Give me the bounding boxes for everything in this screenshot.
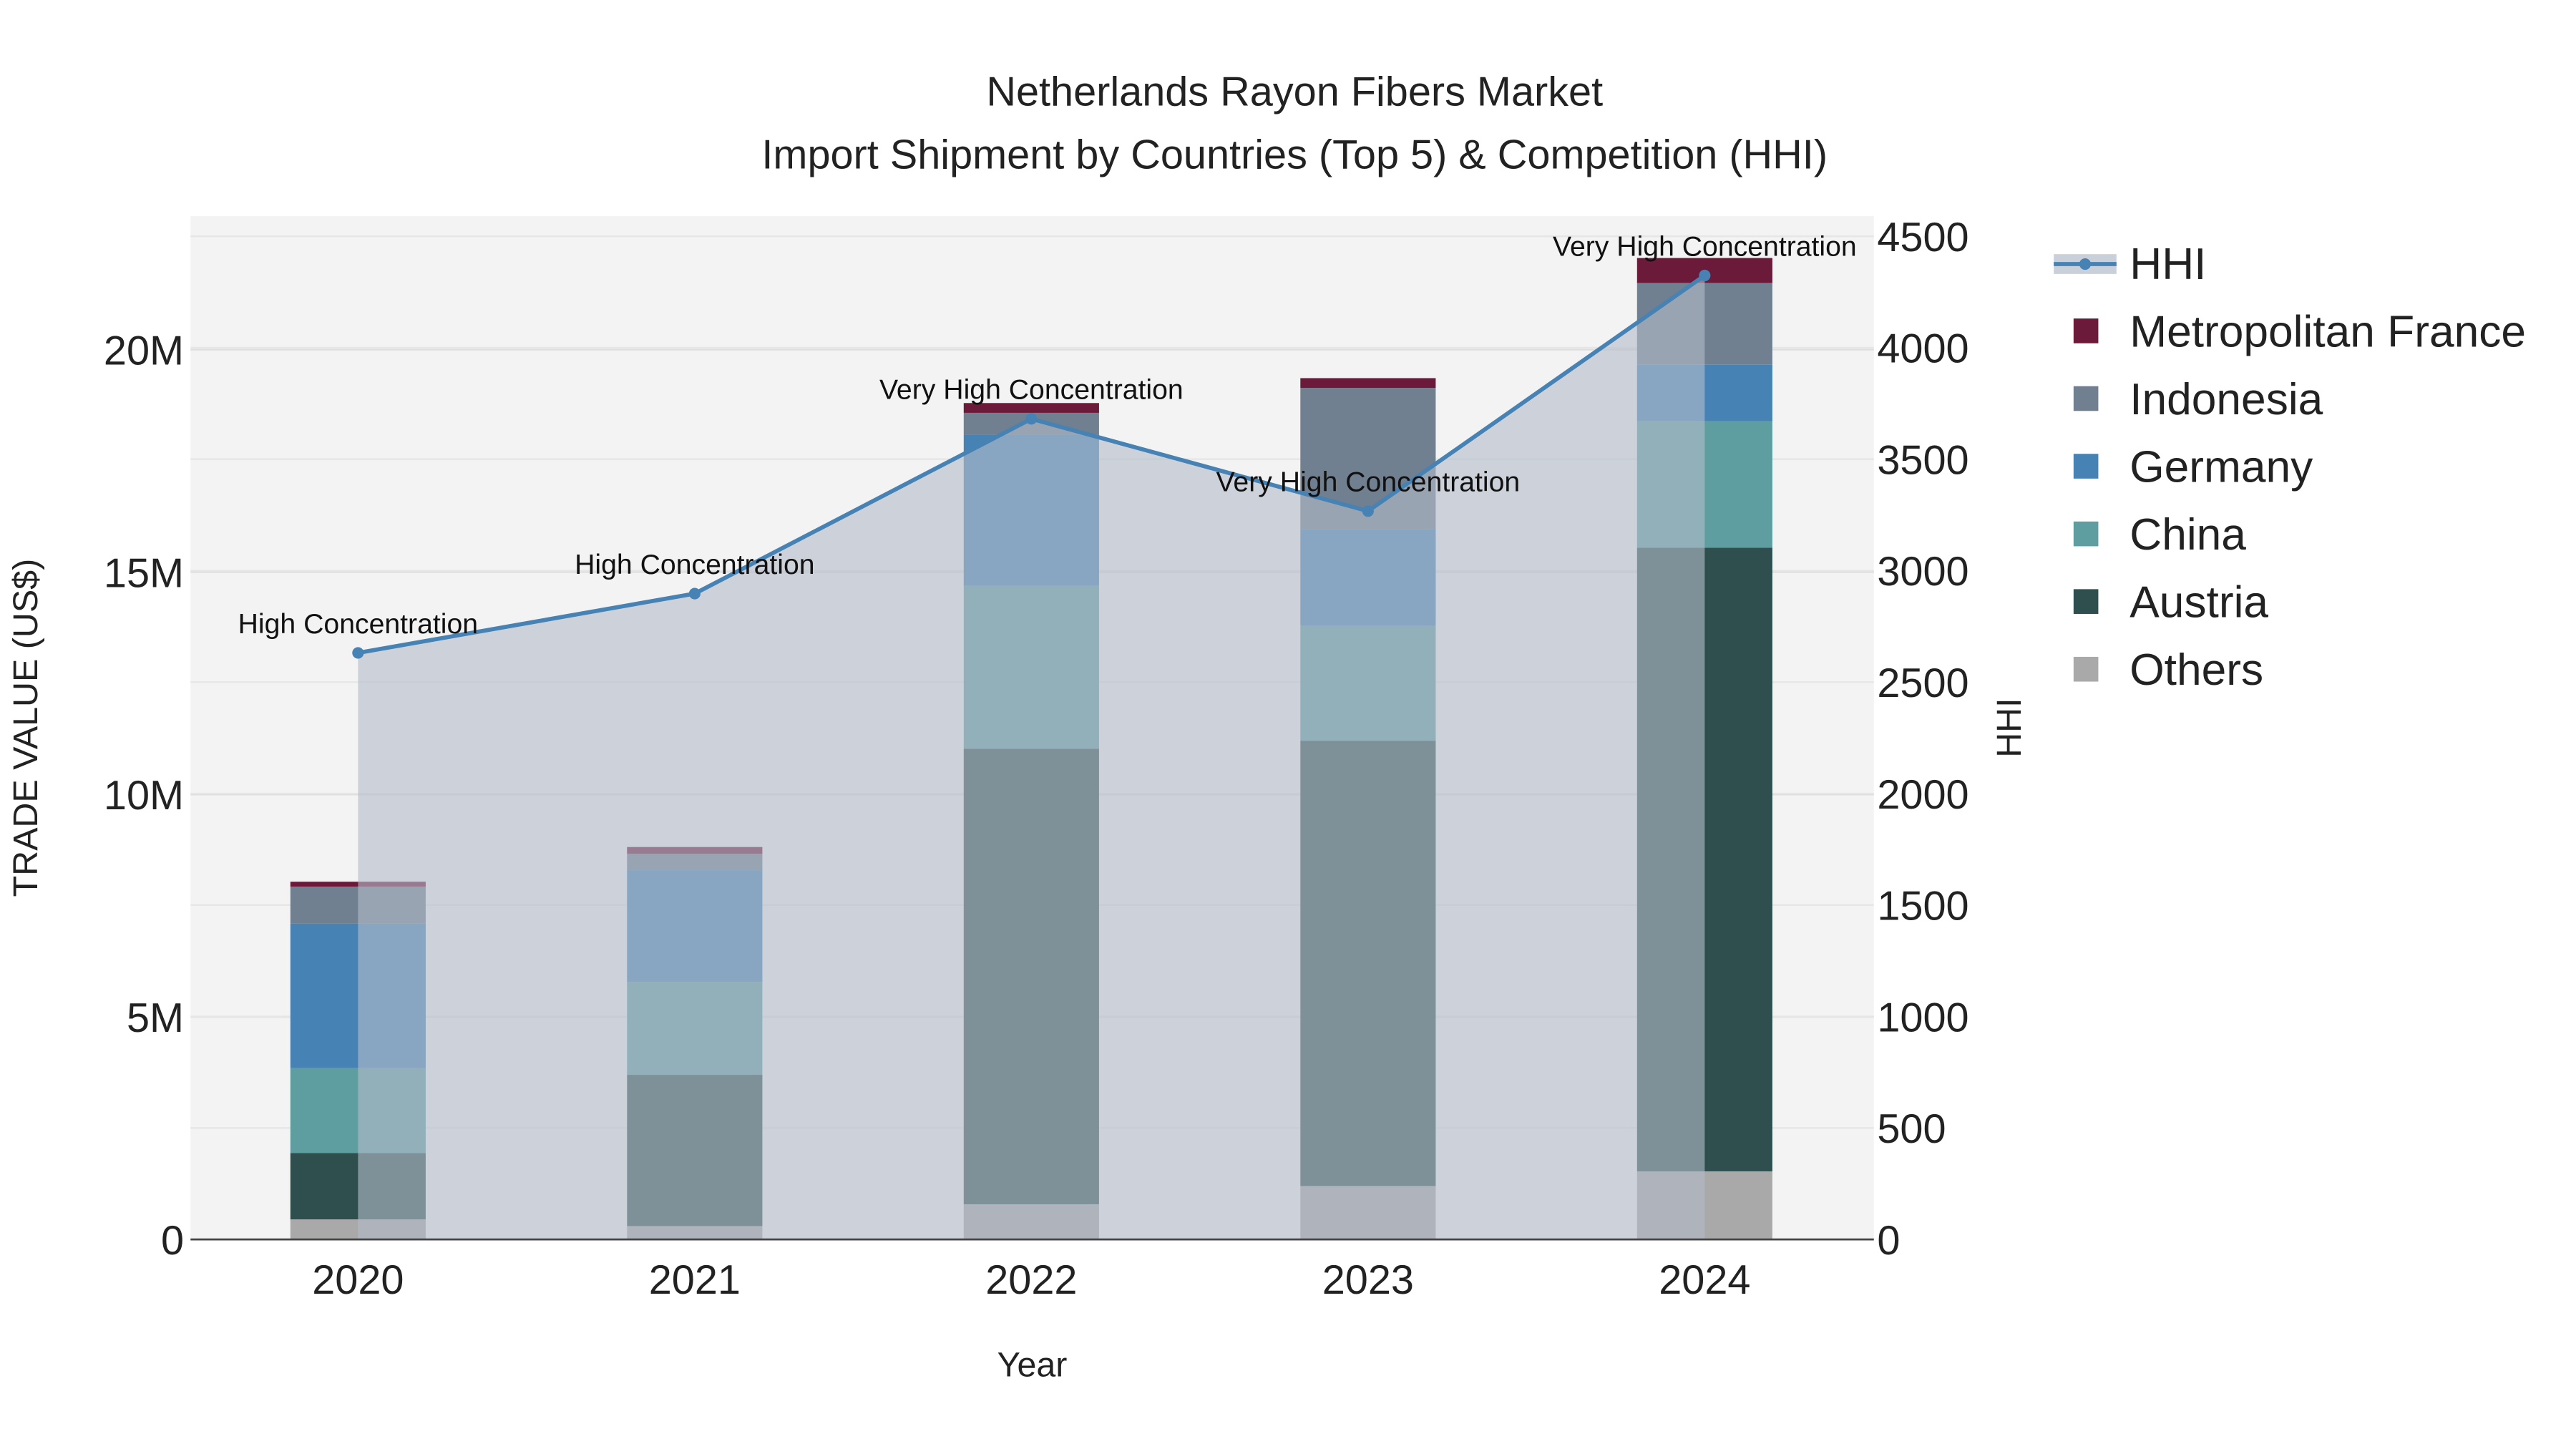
y2-tick-label: 500	[1877, 1106, 1946, 1152]
x-axis-title: Year	[997, 1346, 1068, 1385]
legend-hhi-marker	[2079, 258, 2092, 270]
legend-swatch	[2073, 521, 2099, 547]
y-tick-label: 20M	[104, 328, 184, 374]
hhi-point	[1025, 413, 1038, 425]
legend-label: Indonesia	[2129, 375, 2323, 424]
legend-label: Germany	[2129, 442, 2313, 492]
hhi-point	[688, 587, 701, 600]
y2-tick-label: 4500	[1877, 215, 1968, 260]
legend-swatch	[2073, 589, 2099, 614]
x-tick-label: 2024	[1659, 1257, 1750, 1303]
y2-tick-label: 3500	[1877, 437, 1968, 483]
legend-swatch	[2073, 454, 2099, 479]
y-tick-label: 0	[161, 1218, 184, 1264]
legend-label: Metropolitan France	[2129, 307, 2526, 356]
legend-swatch	[2073, 318, 2099, 343]
y2-tick-label: 2500	[1877, 660, 1968, 706]
y-tick-label: 10M	[104, 773, 184, 819]
x-tick-label: 2020	[312, 1257, 404, 1303]
chart-title: Netherlands Rayon Fibers Market	[986, 69, 1603, 115]
hhi-annotation: Very High Concentration	[879, 375, 1184, 406]
x-tick-label: 2022	[985, 1257, 1077, 1303]
y-axis-title: TRADE VALUE (US$)	[6, 559, 45, 897]
legend-label: Others	[2129, 645, 2263, 695]
chart: High Concentration High Concentration Very…	[1, 0, 2575, 1449]
legend-label: China	[2129, 510, 2246, 560]
y2-tick-label: 3000	[1877, 549, 1968, 595]
bar-metropolitan-france	[1300, 378, 1436, 389]
legend-swatch	[2073, 656, 2099, 682]
legend-label: Austria	[2129, 578, 2268, 628]
y-tick-label: 15M	[104, 550, 184, 596]
y2-tick-label: 4000	[1877, 326, 1968, 372]
legend-swatch	[2073, 386, 2099, 411]
y-tick-label: 5M	[127, 995, 184, 1041]
y2-tick-label: 1500	[1877, 884, 1968, 930]
y2-tick-label: 0	[1877, 1218, 1900, 1264]
x-tick-label: 2021	[649, 1257, 741, 1303]
legend-label: HHI	[2129, 240, 2206, 289]
y2-tick-label: 1000	[1877, 995, 1968, 1040]
hhi-annotation: High Concentration	[238, 609, 478, 640]
hhi-point	[352, 647, 364, 659]
hhi-annotation: Very High Concentration	[1553, 231, 1857, 262]
y2-axis-title: HHI	[1990, 698, 2029, 757]
y2-tick-label: 2000	[1877, 772, 1968, 818]
hhi-annotation: High Concentration	[575, 550, 814, 580]
hhi-point	[1699, 269, 1711, 282]
chart-subtitle: Import Shipment by Countries (Top 5) & C…	[761, 132, 1828, 177]
hhi-point	[1362, 505, 1374, 517]
x-tick-label: 2023	[1322, 1257, 1414, 1303]
hhi-annotation: Very High Concentration	[1216, 467, 1520, 498]
